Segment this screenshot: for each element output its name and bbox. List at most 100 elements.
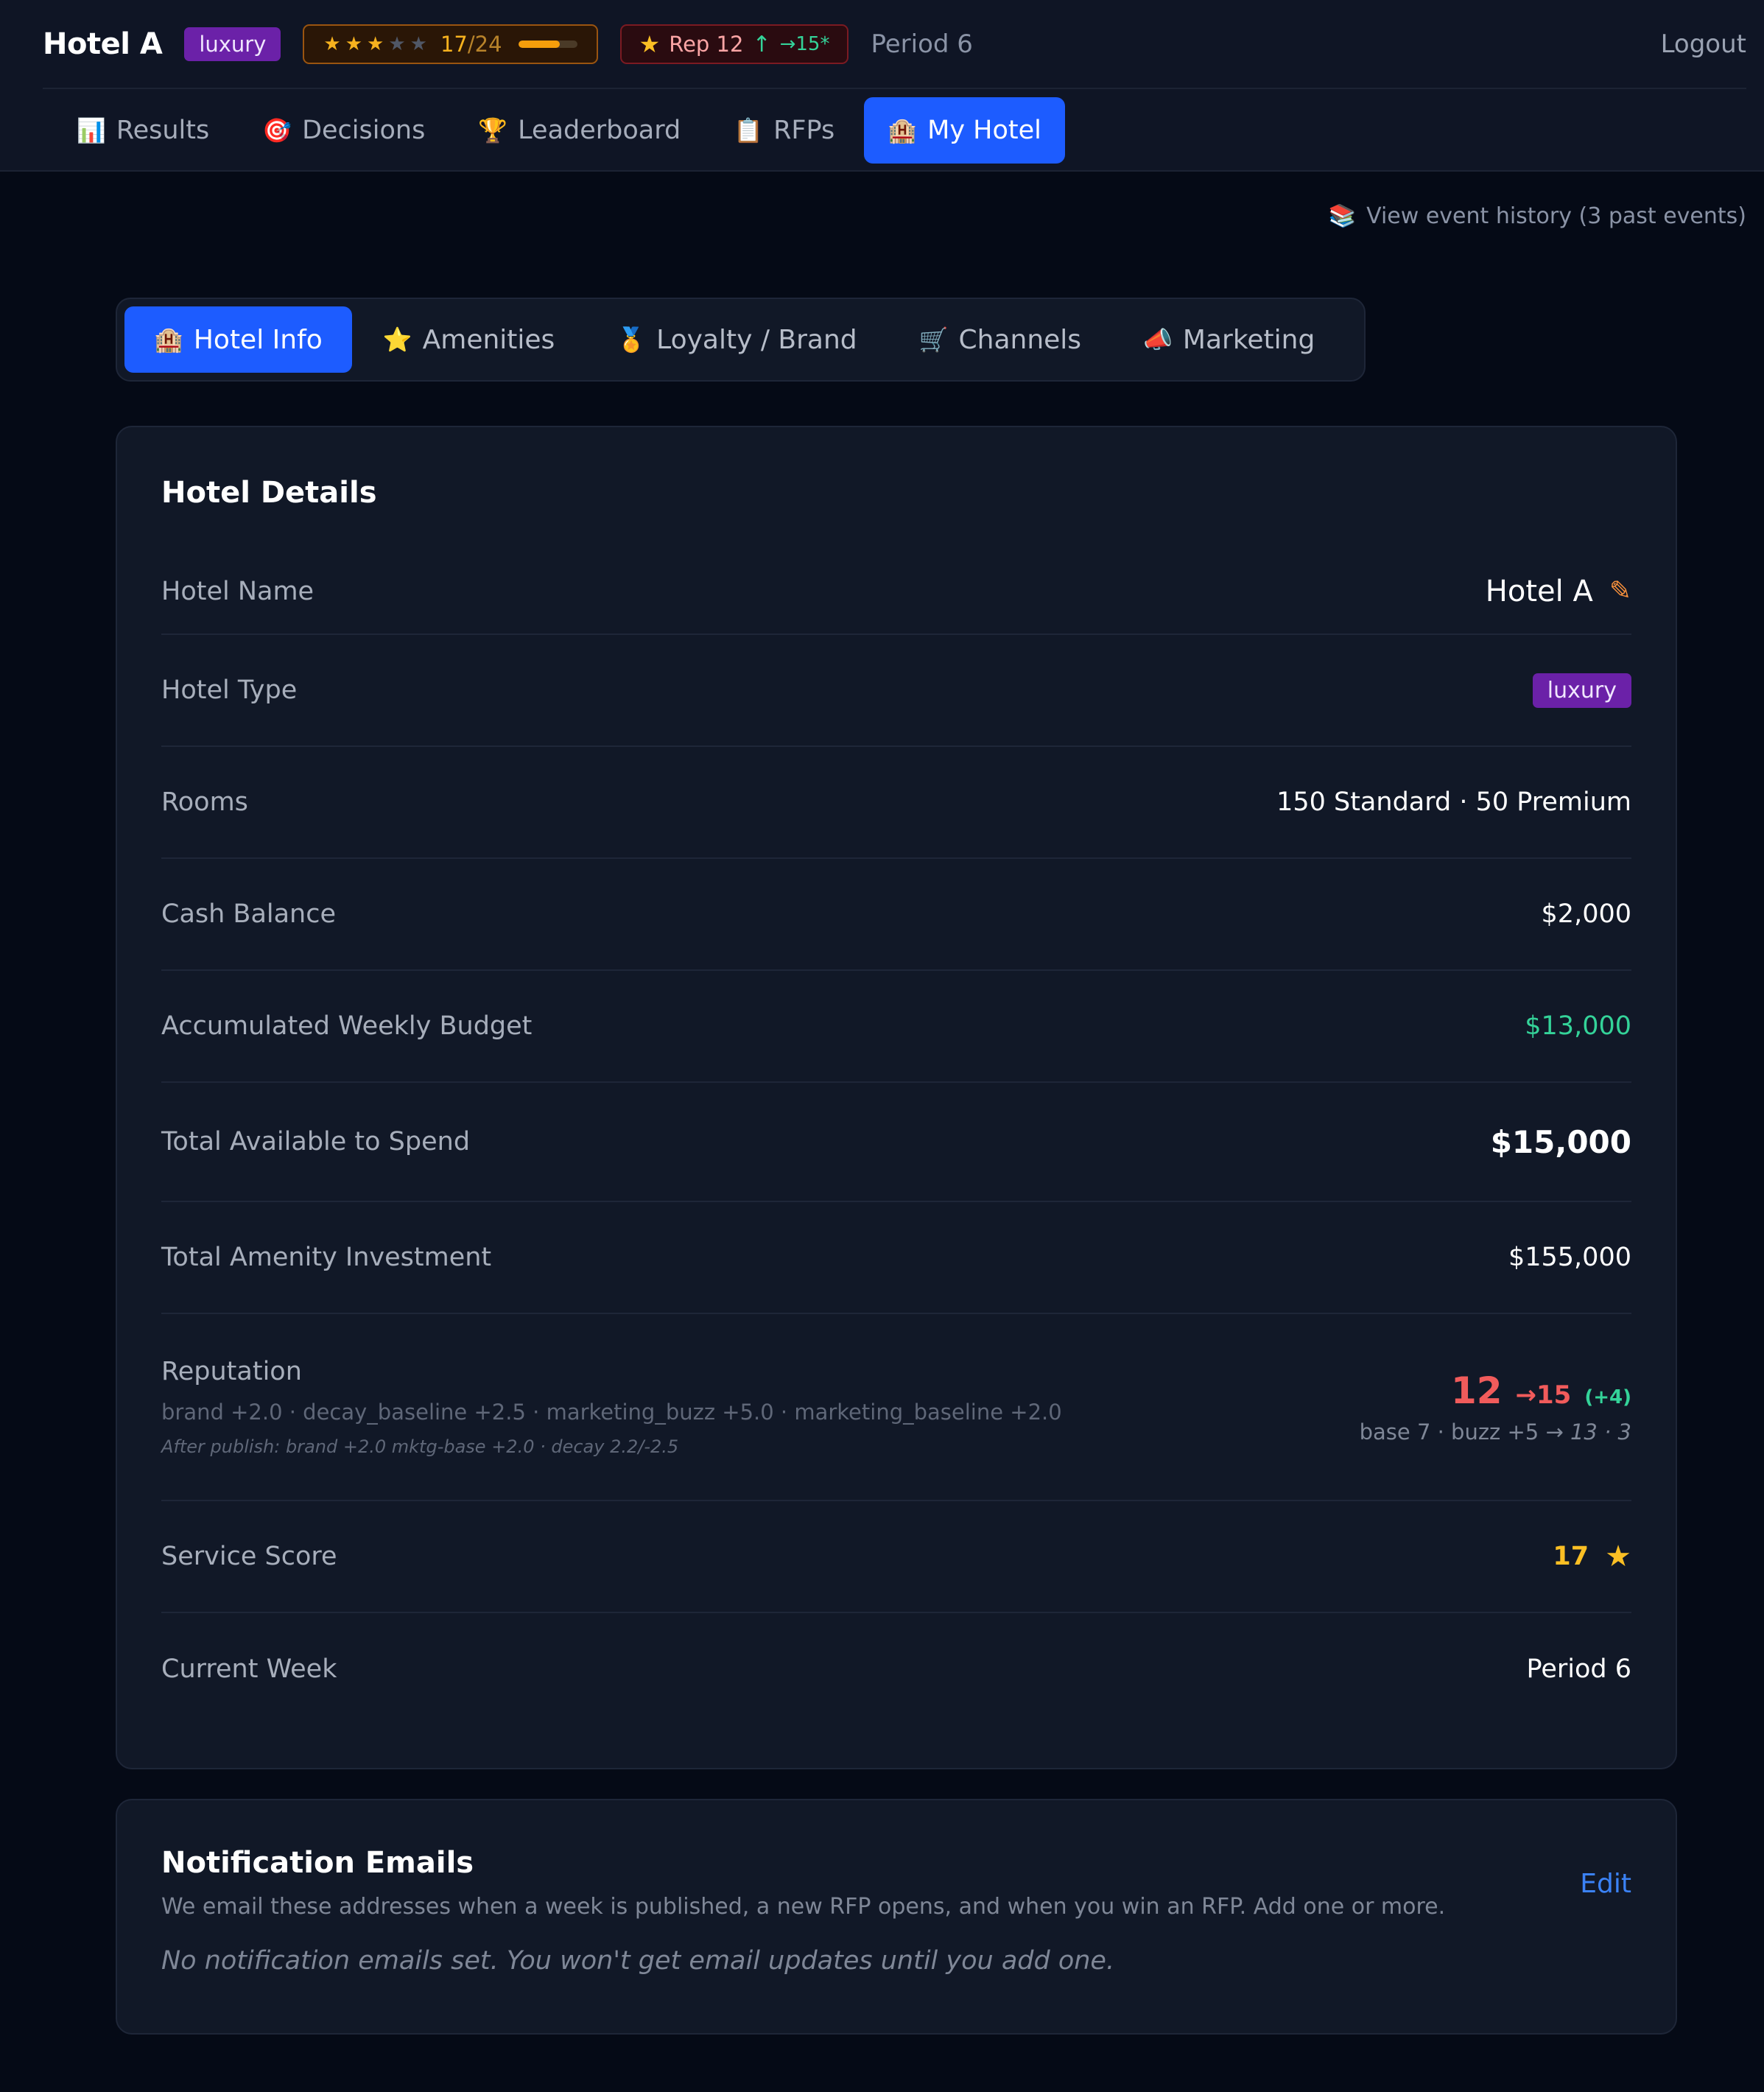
notification-emails-description: We email these addresses when a week is … [161,1894,1446,1920]
reputation-label: Reputation [161,1357,302,1386]
hotel-details-title: Hotel Details [161,476,377,510]
clipboard-icon: 📋 [734,116,764,144]
logout-button[interactable]: Logout [1661,29,1746,59]
nav-tab-my-hotel[interactable]: 🏨 My Hotel [864,97,1065,164]
star-icon: ★ [323,33,341,55]
reputation-target: →15 [1515,1380,1572,1410]
header-status-row: Hotel A luxury ★ ★ ★ ★ ★ 17/24 ★ Rep 12 … [43,21,1746,68]
row-reputation: Reputation brand +2.0 · decay_baseline +… [161,1314,1631,1501]
notification-emails-title: Notification Emails [161,1846,474,1880]
arrow-up-icon: ↑ [752,31,771,57]
star-empty-icon: ★ [410,33,427,55]
subtab-label: Hotel Info [193,324,323,355]
amenity-investment-value: $155,000 [1508,1243,1631,1272]
hotel-type-badge: luxury [1532,673,1631,708]
notification-emails-card: Notification Emails We email these addre… [116,1799,1677,2035]
hotel-name-value: Hotel A ✎ [1486,575,1631,608]
pencil-icon[interactable]: ✎ [1609,576,1631,606]
cash-balance-value: $2,000 [1541,899,1631,929]
hotel-brand-title: Hotel A [43,27,163,61]
subtab-hotel-info[interactable]: 🏨 Hotel Info [124,306,352,373]
subtab-marketing[interactable]: 📣 Marketing [1112,306,1346,373]
bar-chart-icon: 📊 [77,116,106,144]
current-period: Period 6 [871,29,973,59]
rooms-value: 150 Standard · 50 Premium [1276,787,1631,817]
nav-tab-label: Leaderboard [518,116,681,145]
weekly-budget-label: Accumulated Weekly Budget [161,1011,533,1041]
star-empty-icon: ★ [388,33,406,55]
row-cash-balance: Cash Balance $2,000 [161,859,1631,971]
reputation-info: Reputation brand +2.0 · decay_baseline +… [161,1357,1062,1457]
reputation-label: Rep 12 [669,32,744,57]
subtab-amenities[interactable]: ⭐ Amenities [352,306,586,373]
subtab-channels[interactable]: 🛒 Channels [888,306,1112,373]
event-history-link[interactable]: 📚 View event history (3 past events) [1329,203,1746,229]
star-icon: ★ [367,33,384,55]
star-icon: ★ [1605,1540,1631,1573]
star-rating-pill: ★ ★ ★ ★ ★ 17/24 [303,24,598,64]
row-hotel-type: Hotel Type luxury [161,635,1631,747]
hotel-details-card: Hotel Details Hotel Name Hotel A ✎ Hotel… [116,426,1677,1769]
top-header: Hotel A luxury ★ ★ ★ ★ ★ 17/24 ★ Rep 12 … [0,0,1764,172]
row-current-week: Current Week Period 6 [161,1613,1631,1725]
rooms-label: Rooms [161,787,248,817]
reputation-current: 12 [1450,1369,1503,1412]
notification-emails-empty: No notification emails set. You won't ge… [161,1946,1115,1976]
hotel-icon: 🏨 [888,116,918,144]
service-score-value: 17 [1553,1542,1589,1571]
subtab-label: Amenities [422,324,555,355]
main-nav: 📊 Results 🎯 Decisions 🏆 Leaderboard 📋 RF… [53,97,1065,164]
hotel-subtabs: 🏨 Hotel Info ⭐ Amenities 🏅 Loyalty / Bra… [116,298,1366,382]
hotel-name-label: Hotel Name [161,576,315,606]
amenity-investment-label: Total Amenity Investment [161,1243,492,1272]
subtab-label: Channels [958,324,1082,355]
subtab-loyalty-brand[interactable]: 🏅 Loyalty / Brand [586,306,888,373]
service-score-value-block: 17 ★ [1553,1540,1631,1573]
nav-tab-label: Decisions [302,116,426,145]
current-week-label: Current Week [161,1654,337,1684]
books-icon: 📚 [1328,203,1357,229]
hotel-type-label: Hotel Type [161,675,298,705]
row-weekly-budget: Accumulated Weekly Budget $13,000 [161,971,1631,1083]
row-service-score: Service Score 17 ★ [161,1501,1631,1613]
star-icon: ★ [345,33,363,55]
service-score-count: 17/24 [440,32,502,57]
current-week-value: Period 6 [1526,1654,1631,1684]
reputation-base-line: base 7 · buzz +5 → 13 · 3 [1359,1419,1631,1445]
reputation-pill: ★ Rep 12 ↑ →15* [619,24,849,64]
reputation-delta: (+4) [1584,1386,1631,1408]
nav-tab-results[interactable]: 📊 Results [53,97,233,164]
header-divider [43,88,1746,89]
weekly-budget-value: $13,000 [1525,1011,1631,1041]
row-hotel-name: Hotel Name Hotel A ✎ [161,549,1631,635]
reputation-next: →15* [779,33,830,55]
megaphone-icon: 📣 [1143,326,1173,354]
service-score-progress [518,41,577,48]
reputation-main: 12 →15 (+4) [1451,1369,1631,1412]
row-total-available: Total Available to Spend $15,000 [161,1083,1631,1202]
medal-icon: 🏅 [616,326,647,354]
nav-tab-rfps[interactable]: 📋 RFPs [710,97,858,164]
total-available-label: Total Available to Spend [161,1127,471,1156]
reputation-breakdown: brand +2.0 · decay_baseline +2.5 · marke… [161,1400,1062,1425]
event-history-label: View event history (3 past events) [1366,203,1746,229]
nav-tab-label: Results [116,116,210,145]
cash-balance-label: Cash Balance [161,899,337,929]
reputation-after-publish: After publish: brand +2.0 mktg-base +2.0… [161,1436,679,1457]
subtab-label: Marketing [1182,324,1315,355]
edit-notification-emails-button[interactable]: Edit [1580,1869,1631,1899]
hotel-icon: 🏨 [154,326,183,354]
row-rooms: Rooms 150 Standard · 50 Premium [161,747,1631,859]
total-available-value: $15,000 [1490,1123,1631,1160]
nav-tab-leaderboard[interactable]: 🏆 Leaderboard [454,97,704,164]
subtab-label: Loyalty / Brand [656,324,857,355]
reputation-value-block: 12 →15 (+4) base 7 · buzz +5 → 13 · 3 [1360,1369,1631,1445]
trophy-icon: 🏆 [478,116,508,144]
star-icon: ★ [639,30,661,58]
nav-tab-decisions[interactable]: 🎯 Decisions [239,97,449,164]
nav-tab-label: RFPs [773,116,835,145]
service-score-label: Service Score [161,1542,337,1571]
row-amenity-investment: Total Amenity Investment $155,000 [161,1202,1631,1314]
service-score-progress-fill [518,41,561,48]
nav-tab-label: My Hotel [927,116,1041,145]
